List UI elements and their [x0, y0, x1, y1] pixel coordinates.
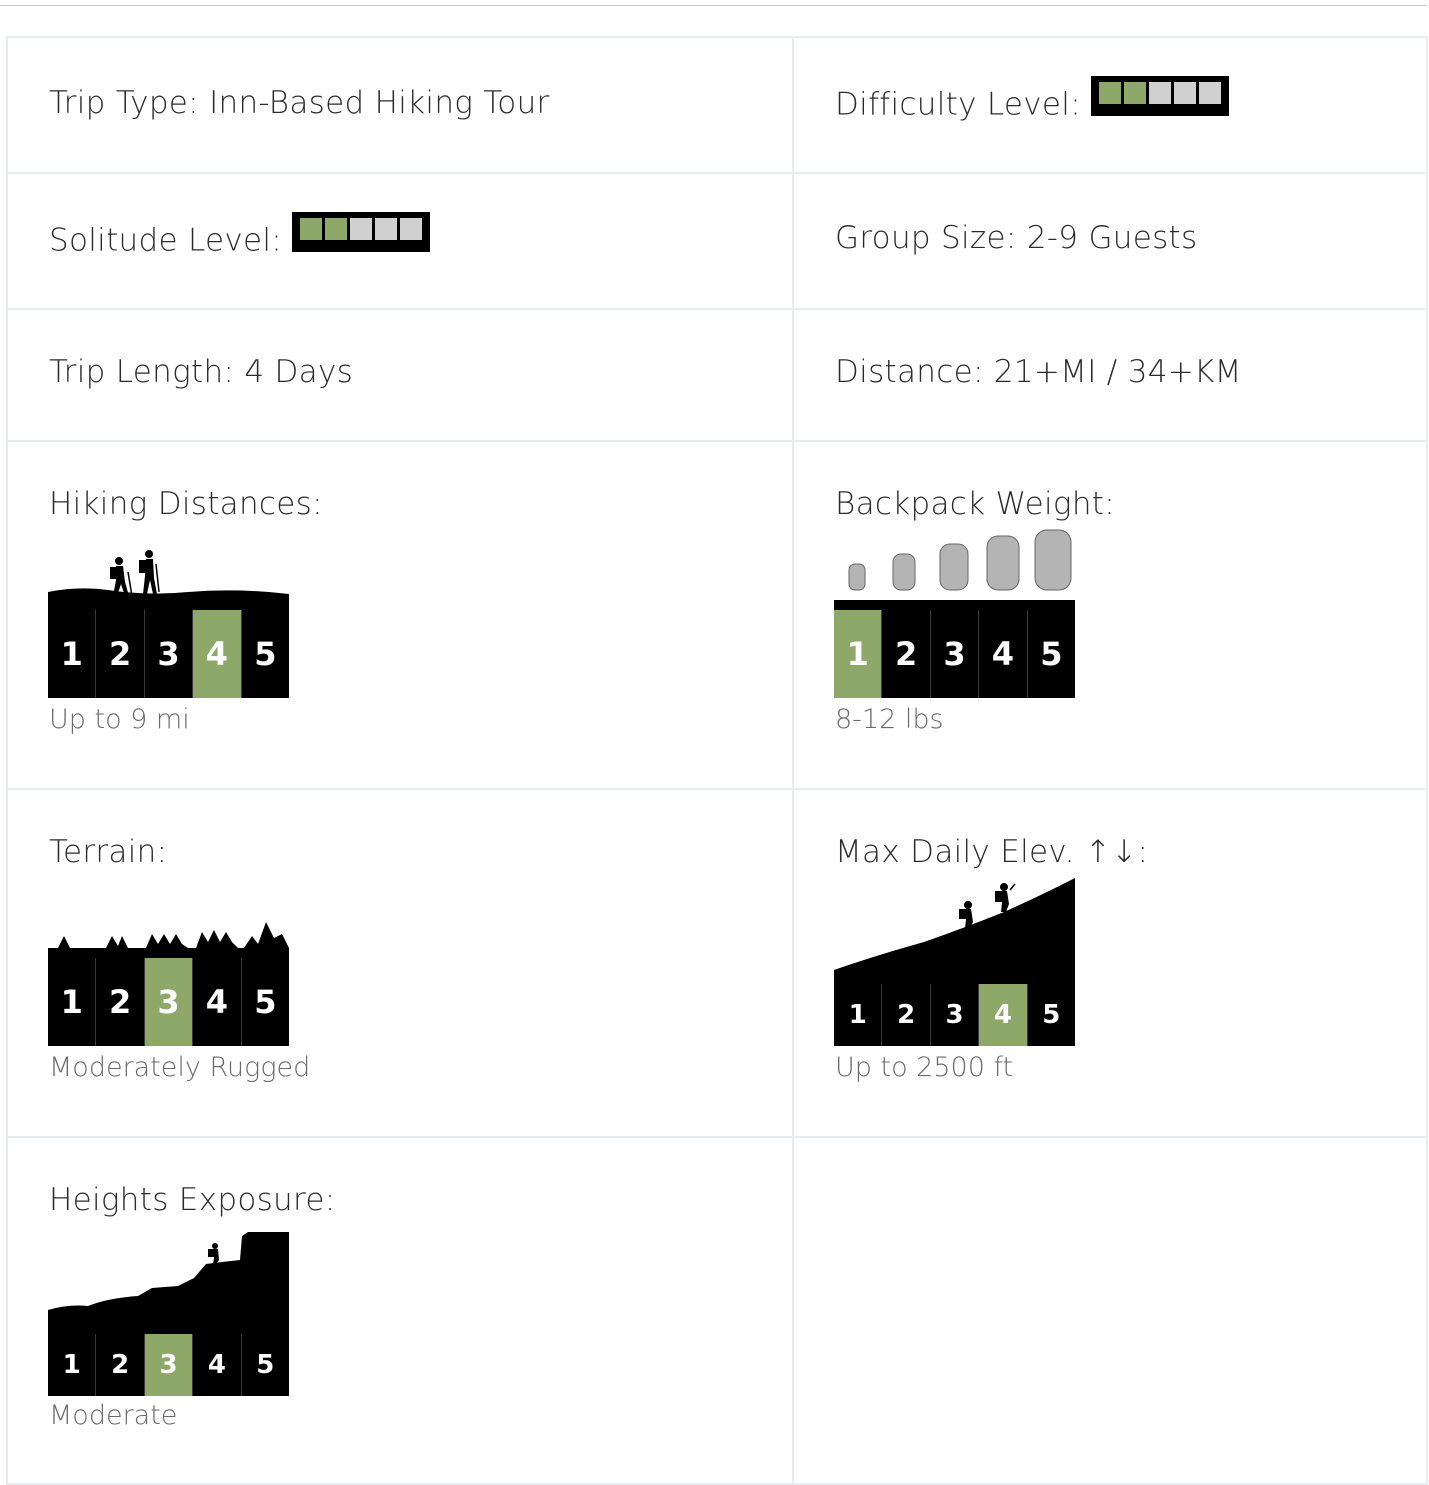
max-daily-elev-label: Max Daily Elev. ↑↓: — [835, 834, 1149, 870]
trip-length-cell: Trip Length: 4 Days — [6, 308, 794, 442]
scale-step: 4 — [193, 958, 242, 1046]
backpack-weight-graphic: 12345 — [834, 528, 1075, 698]
specs-row: Hiking Distances: 12345 Up to 9 mi Backp… — [6, 440, 1428, 790]
backpack-weight-scale: 12345 — [834, 610, 1075, 698]
top-divider — [0, 5, 1427, 6]
scale-step: 3 — [144, 958, 194, 1046]
max-daily-elev-scale: 12345 — [834, 984, 1075, 1046]
scale-step: 4 — [979, 984, 1028, 1046]
scale-step: 2 — [882, 610, 931, 698]
difficulty-rating — [1090, 76, 1229, 116]
scale-step: 5 — [256, 1350, 275, 1380]
rating-square — [1173, 82, 1196, 104]
rating-square — [375, 218, 398, 240]
solitude-cell: Solitude Level: — [6, 172, 794, 310]
terrain-cell: Terrain: 12345 Moderately Rugged — [6, 788, 794, 1138]
specs-row: Heights Exposure: 12345 Moderate — [6, 1136, 1428, 1485]
scale-step: 2 — [96, 958, 145, 1046]
max-daily-elev-cell: Max Daily Elev. ↑↓: 12345 Up to 2500 ft — [792, 788, 1428, 1138]
hiking-distances-caption: Up to 9 mi — [49, 704, 190, 735]
scale-step: 2 — [96, 610, 145, 698]
group-size-label: Group Size: 2-9 Guests — [835, 220, 1198, 256]
difficulty-label: Difficulty Level: — [835, 86, 1081, 123]
rating-square — [400, 218, 423, 240]
mountains-icon — [48, 922, 289, 958]
group-size-cell: Group Size: 2-9 Guests — [792, 172, 1428, 310]
backpack-weight-cell: Backpack Weight: 12345 8-12 lbs — [792, 440, 1428, 790]
backpack-weight-label: Backpack Weight: — [835, 486, 1115, 522]
rating-square — [1198, 82, 1221, 104]
slope-hikers-icon — [834, 878, 1075, 984]
terrain-graphic: 12345 — [48, 918, 289, 1046]
hiking-distances-scale: 12345 — [48, 610, 289, 698]
solitude-rating — [292, 212, 431, 252]
rating-square — [1098, 82, 1121, 104]
specs-row: Solitude Level: Group Size: 2-9 Guests — [6, 172, 1428, 310]
scale-step: 3 — [144, 1334, 194, 1396]
scale-step: 2 — [882, 984, 931, 1046]
specs-row: Trip Length: 4 Days Distance: 21+MI / 34… — [6, 308, 1428, 442]
heights-exposure-caption: Moderate — [49, 1400, 178, 1431]
solitude-level: Solitude Level: — [49, 212, 431, 262]
difficulty-cell: Difficulty Level: — [792, 36, 1428, 174]
scale-step: 1 — [48, 958, 97, 1046]
rating-square — [300, 218, 323, 240]
backpack-icon — [834, 529, 1075, 610]
trip-specs-table: Trip Type: Inn-Based Hiking Tour Difficu… — [6, 36, 1428, 1485]
scale-step: 5 — [1040, 635, 1063, 673]
scale-step: 5 — [254, 983, 277, 1021]
scale-step: 4 — [979, 610, 1028, 698]
backpack-weight-caption: 8-12 lbs — [835, 704, 944, 735]
specs-row: Trip Type: Inn-Based Hiking Tour Difficu… — [6, 36, 1428, 174]
scale-step: 3 — [931, 984, 980, 1046]
cliff-hiker-icon — [48, 1232, 289, 1334]
scale-step: 1 — [48, 610, 97, 698]
scale-step: 1 — [834, 610, 883, 698]
trip-type-label: Trip Type: Inn-Based Hiking Tour — [49, 85, 550, 121]
distance-label: Distance: 21+MI / 34+KM — [835, 354, 1242, 390]
heights-exposure-label: Heights Exposure: — [49, 1182, 336, 1218]
scale-step: 5 — [254, 635, 277, 673]
rating-square — [350, 218, 373, 240]
difficulty-level: Difficulty Level: — [835, 76, 1229, 126]
scale-step: 1 — [834, 984, 883, 1046]
scale-step: 1 — [48, 1334, 97, 1396]
heights-exposure-graphic: 12345 — [48, 1232, 289, 1396]
scale-step: 3 — [931, 610, 980, 698]
trip-type-cell: Trip Type: Inn-Based Hiking Tour — [6, 36, 794, 174]
heights-exposure-cell: Heights Exposure: 12345 Moderate — [6, 1136, 794, 1485]
scale-step: 4 — [193, 610, 242, 698]
rating-square — [1148, 82, 1171, 104]
terrain-label: Terrain: — [49, 834, 168, 870]
rating-square — [325, 218, 348, 240]
rating-square — [1123, 82, 1146, 104]
hiking-distances-cell: Hiking Distances: 12345 Up to 9 mi — [6, 440, 794, 790]
hiking-distances-label: Hiking Distances: — [49, 486, 323, 522]
trip-length-label: Trip Length: 4 Days — [49, 354, 354, 390]
max-daily-elev-graphic: 12345 — [834, 878, 1075, 1046]
heights-exposure-scale: 12345 — [48, 1334, 289, 1396]
scale-step: 3 — [145, 610, 194, 698]
distance-cell: Distance: 21+MI / 34+KM — [792, 308, 1428, 442]
solitude-label: Solitude Level: — [49, 222, 283, 259]
scale-step: 4 — [193, 1334, 242, 1396]
hiking-distances-graphic: 12345 — [48, 534, 289, 698]
scale-step: 2 — [96, 1334, 145, 1396]
hikers-icon — [48, 550, 289, 610]
terrain-caption: Moderately Rugged — [49, 1052, 311, 1083]
terrain-scale: 12345 — [48, 958, 289, 1046]
scale-step: 5 — [1042, 1000, 1061, 1030]
specs-row: Terrain: 12345 Moderately Rugged Max Dai… — [6, 788, 1428, 1138]
max-daily-elev-caption: Up to 2500 ft — [835, 1052, 1014, 1083]
empty-cell — [792, 1136, 1428, 1485]
